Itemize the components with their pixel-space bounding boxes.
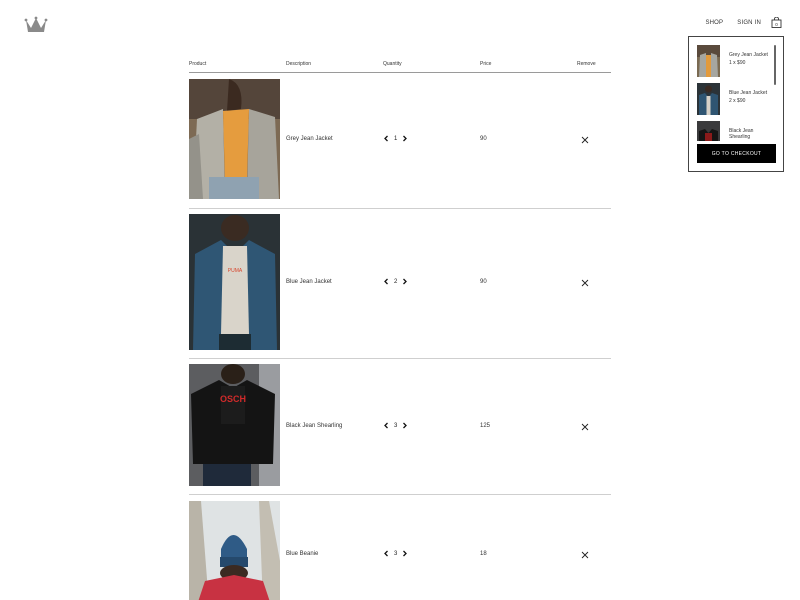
remove-icon[interactable] (581, 423, 589, 431)
header-product: Product (189, 61, 207, 67)
remove-icon[interactable] (581, 279, 589, 287)
shopping-bag-icon[interactable]: 0 (771, 17, 782, 28)
dropdown-item-name: Grey Jean Jacket (729, 52, 768, 58)
grey-jean-jacket-thumb (697, 45, 720, 77)
dropdown-item-name: Blue Jean Jacket (729, 90, 768, 96)
svg-text:0: 0 (775, 22, 778, 27)
remove-icon[interactable] (581, 551, 589, 559)
header-description: Description (286, 61, 312, 67)
product-name: Grey Jean Jacket (286, 136, 333, 142)
table-row: PUMA Blue Jean Jacket 2 90 (189, 209, 611, 359)
crown-icon[interactable] (24, 16, 48, 34)
product-price: 90 (480, 279, 487, 285)
table-row: Grey Jean Jacket 1 90 (189, 73, 611, 209)
sign-in-link[interactable]: SIGN IN (737, 20, 761, 26)
dropdown-item-qty: 1 x $90 (729, 60, 746, 66)
quantity-stepper: 1 (383, 135, 408, 142)
blue-jean-jacket-thumb (697, 83, 720, 115)
quantity-stepper: 3 (383, 422, 408, 429)
product-name: Blue Jean Jacket (286, 279, 332, 285)
chevron-right-icon[interactable] (401, 278, 408, 285)
quantity-stepper: 2 (383, 278, 408, 285)
chevron-left-icon[interactable] (383, 135, 390, 142)
cart-dropdown-item: Blue Jean Jacket 2 x $90 (697, 83, 777, 115)
quantity-stepper: 3 (383, 550, 408, 557)
chevron-right-icon[interactable] (401, 422, 408, 429)
cart-dropdown-item: Black Jean Shearling (697, 121, 777, 141)
go-to-checkout-button[interactable]: GO TO CHECKOUT (697, 144, 776, 163)
chevron-right-icon[interactable] (401, 550, 408, 557)
black-jean-shearling-thumb (697, 121, 720, 141)
quantity-value: 3 (394, 550, 398, 557)
header-price: Price (480, 61, 492, 67)
table-row: OSCH Black Jean Shearling 3 125 (189, 359, 611, 495)
chevron-left-icon[interactable] (383, 422, 390, 429)
quantity-value: 1 (394, 135, 398, 142)
dropdown-scrollbar[interactable] (774, 45, 776, 85)
svg-text:PUMA: PUMA (228, 268, 243, 274)
product-name: Black Jean Shearling (286, 423, 343, 429)
remove-icon[interactable] (581, 136, 589, 144)
chevron-left-icon[interactable] (383, 550, 390, 557)
cart-dropdown: Grey Jean Jacket 1 x $90 Blue Jean Jacke… (688, 36, 784, 172)
dropdown-item-name: Black Jean Shearling (729, 128, 754, 140)
svg-text:OSCH: OSCH (220, 394, 246, 404)
header-remove: Remove (577, 61, 596, 67)
product-price: 125 (480, 423, 491, 429)
product-name: Blue Beanie (286, 551, 319, 557)
chevron-right-icon[interactable] (401, 135, 408, 142)
cart-dropdown-list[interactable]: Grey Jean Jacket 1 x $90 Blue Jean Jacke… (689, 37, 783, 141)
chevron-left-icon[interactable] (383, 278, 390, 285)
cart-table: Product Description Quantity Price Remov… (189, 56, 611, 600)
shop-link[interactable]: SHOP (705, 20, 723, 26)
top-nav: SHOP SIGN IN 0 (691, 17, 782, 28)
black-jean-shearling-image: OSCH (189, 364, 280, 486)
header-quantity: Quantity (383, 61, 402, 67)
dropdown-item-qty: 2 x $90 (729, 98, 746, 104)
product-price: 90 (480, 136, 487, 142)
table-row: Blue Beanie 3 18 (189, 495, 611, 600)
grey-jean-jacket-image (189, 79, 280, 199)
product-price: 18 (480, 551, 487, 557)
table-header: Product Description Quantity Price Remov… (189, 56, 611, 73)
cart-dropdown-item: Grey Jean Jacket 1 x $90 (697, 45, 777, 77)
quantity-value: 2 (394, 278, 398, 285)
blue-beanie-image (189, 501, 280, 600)
blue-jean-jacket-image: PUMA (189, 214, 280, 350)
quantity-value: 3 (394, 422, 398, 429)
